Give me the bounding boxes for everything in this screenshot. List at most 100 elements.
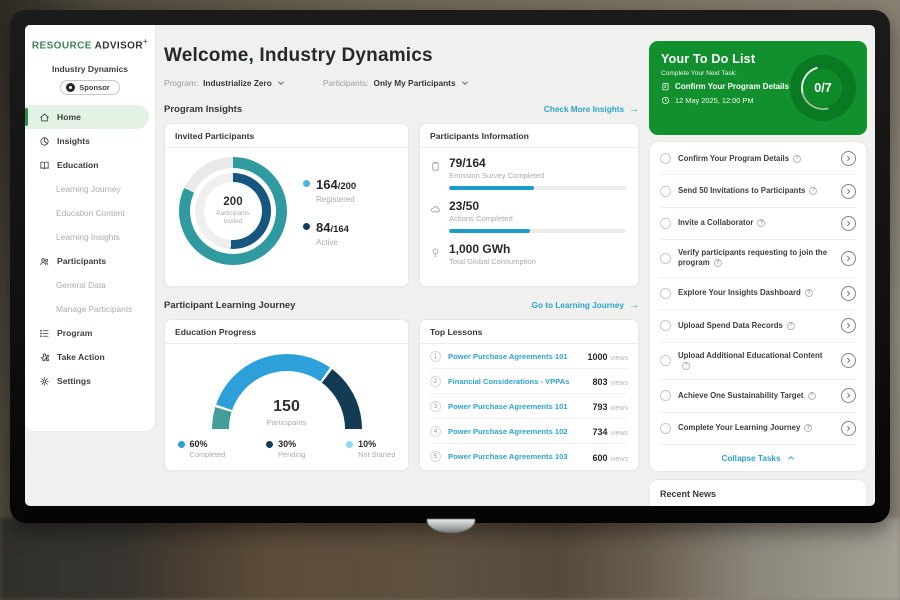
task-checkbox[interactable] <box>660 390 671 401</box>
sidebar-item-label: General Data <box>56 280 106 290</box>
program-insights-heading: Program Insights <box>164 104 242 115</box>
sidebar-item-learning-journey[interactable]: Learning Journey <box>25 177 155 201</box>
check-more-insights-link[interactable]: Check More Insights → <box>544 104 639 115</box>
education-icon <box>39 160 50 171</box>
insights-icon <box>39 136 50 147</box>
task-info-icon[interactable]: ? <box>804 424 812 432</box>
task-open-button[interactable] <box>841 151 856 166</box>
task-info-icon[interactable]: ? <box>787 322 795 330</box>
task-info-icon[interactable]: ? <box>757 219 765 227</box>
stat-label: Actions Completed <box>449 214 626 223</box>
stat-progress-fill <box>449 229 530 233</box>
stat-progress-track <box>449 229 626 233</box>
task-row-send-50-invitations-to-participants[interactable]: Send 50 Invitations to Participants? <box>660 175 856 207</box>
task-info-icon[interactable]: ? <box>714 259 722 267</box>
participants-filter-dropdown[interactable]: Participants: Only My Participants <box>323 78 469 88</box>
task-info-icon[interactable]: ? <box>808 392 816 400</box>
legend-label: Not Started <box>358 450 395 459</box>
task-checkbox[interactable] <box>660 288 671 299</box>
lesson-row-1[interactable]: 1Power Purchase Agreements 1011000views <box>430 344 628 369</box>
lesson-rank-badge: 1 <box>430 351 441 362</box>
task-row-explore-your-insights-dashboard[interactable]: Explore Your Insights Dashboard? <box>660 278 856 310</box>
arrow-right-icon: → <box>629 300 639 311</box>
sidebar-item-home[interactable]: Home <box>25 105 149 129</box>
sidebar-item-label: Manage Participants <box>56 304 132 314</box>
task-row-upload-additional-educational-content[interactable]: Upload Additional Educational Content? <box>660 343 856 381</box>
task-checkbox[interactable] <box>660 423 671 434</box>
sidebar-item-settings[interactable]: Settings <box>25 369 155 393</box>
legend-dot-icon <box>303 180 310 187</box>
task-row-invite-a-collaborator[interactable]: Invite a Collaborator? <box>660 208 856 240</box>
task-checkbox[interactable] <box>660 186 671 197</box>
task-row-achieve-one-sustainability-target[interactable]: Achieve One Sustainability Target? <box>660 380 856 412</box>
main-content: Welcome, Industry Dynamics Program: Indu… <box>164 25 639 506</box>
program-filter-dropdown[interactable]: Program: Industrialize Zero <box>164 78 285 88</box>
lesson-title-link[interactable]: Financial Considerations - VPPAs <box>448 377 585 386</box>
collapse-tasks-link[interactable]: Collapse Tasks <box>660 445 856 472</box>
program-icon <box>39 328 50 339</box>
lesson-title-link[interactable]: Power Purchase Agreements 101 <box>448 402 585 411</box>
task-open-button[interactable] <box>841 216 856 231</box>
lesson-row-5[interactable]: 5Power Purchase Agreements 103600views <box>430 444 628 469</box>
lesson-views-label: views <box>610 456 628 463</box>
sponsor-label: Sponsor <box>79 83 109 92</box>
todo-next-task: Confirm Your Program Details <box>675 82 789 91</box>
recent-news-title: Recent News <box>650 480 866 506</box>
task-row-confirm-your-program-details[interactable]: Confirm Your Program Details? <box>660 143 856 175</box>
task-open-button[interactable] <box>841 353 856 368</box>
lesson-views-count: 793 <box>592 402 607 412</box>
legend-dot-icon <box>303 223 310 230</box>
lesson-title-link[interactable]: Power Purchase Agreements 103 <box>448 452 585 461</box>
lesson-title-link[interactable]: Power Purchase Agreements 102 <box>448 427 585 436</box>
invited-participants-body: 200 Participants Invited 164/200Register… <box>165 148 408 265</box>
task-open-button[interactable] <box>841 318 856 333</box>
task-checkbox[interactable] <box>660 153 671 164</box>
task-checkbox[interactable] <box>660 218 671 229</box>
task-open-button[interactable] <box>841 388 856 403</box>
task-row-upload-spend-data-records[interactable]: Upload Spend Data Records? <box>660 310 856 342</box>
program-filter-value: Industrialize Zero <box>203 78 272 88</box>
task-info-icon[interactable]: ? <box>809 187 817 195</box>
task-checkbox[interactable] <box>660 253 671 264</box>
task-open-button[interactable] <box>841 286 856 301</box>
lesson-views: 803views <box>592 372 628 390</box>
sidebar-item-program[interactable]: Program <box>25 321 155 345</box>
legend-dot-icon <box>346 441 353 448</box>
legend-percent: 30% <box>278 439 305 449</box>
stat-content: 23/50Actions Completed <box>449 199 626 233</box>
task-row-verify-participants-requesting-to-join-the-program[interactable]: Verify participants requesting to join t… <box>660 240 856 278</box>
sidebar-item-participants[interactable]: Participants <box>25 249 155 273</box>
lesson-title-link[interactable]: Power Purchase Agreements 101 <box>448 352 580 361</box>
sidebar-item-general-data[interactable]: General Data <box>25 273 155 297</box>
sidebar-item-manage-participants[interactable]: Manage Participants <box>25 297 155 321</box>
lesson-row-3[interactable]: 3Power Purchase Agreements 101793views <box>430 394 628 419</box>
sidebar-item-take-action[interactable]: Take Action <box>25 345 155 369</box>
legend-label: Registered <box>316 195 356 204</box>
sidebar-item-label: Home <box>57 112 81 122</box>
clipboard-icon <box>661 82 670 91</box>
task-info-icon[interactable]: ? <box>793 155 801 163</box>
task-info-icon[interactable]: ? <box>805 289 813 297</box>
task-row-complete-your-learning-journey[interactable]: Complete Your Learning Journey? <box>660 413 856 445</box>
dashboard-screen: RESOURCE ADVISOR+ Industry Dynamics Spon… <box>25 25 875 506</box>
recent-news-card: Recent News <box>649 479 867 506</box>
chevron-up-icon <box>787 454 795 462</box>
task-checkbox[interactable] <box>660 320 671 331</box>
lesson-rank-badge: 4 <box>430 426 441 437</box>
stat-value: 79/164 <box>449 156 626 170</box>
lesson-row-2[interactable]: 2Financial Considerations - VPPAs803view… <box>430 369 628 394</box>
task-open-button[interactable] <box>841 251 856 266</box>
sidebar-item-label: Program <box>57 328 92 338</box>
sidebar-item-insights[interactable]: Insights <box>25 129 155 153</box>
task-open-button[interactable] <box>841 421 856 436</box>
task-checkbox[interactable] <box>660 355 671 366</box>
sidebar-item-education[interactable]: Education <box>25 153 155 177</box>
go-to-learning-journey-link[interactable]: Go to Learning Journey → <box>532 300 639 311</box>
task-info-icon[interactable]: ? <box>682 362 690 370</box>
sidebar-item-education-content[interactable]: Education Content <box>25 201 155 225</box>
gauge-legend: 60%Completed30%Pending10%Not Started <box>178 439 396 459</box>
sidebar-item-learning-insights[interactable]: Learning Insights <box>25 225 155 249</box>
lesson-row-4[interactable]: 4Power Purchase Agreements 102734views <box>430 419 628 444</box>
task-label: Confirm Your Program Details? <box>678 154 834 164</box>
task-open-button[interactable] <box>841 184 856 199</box>
